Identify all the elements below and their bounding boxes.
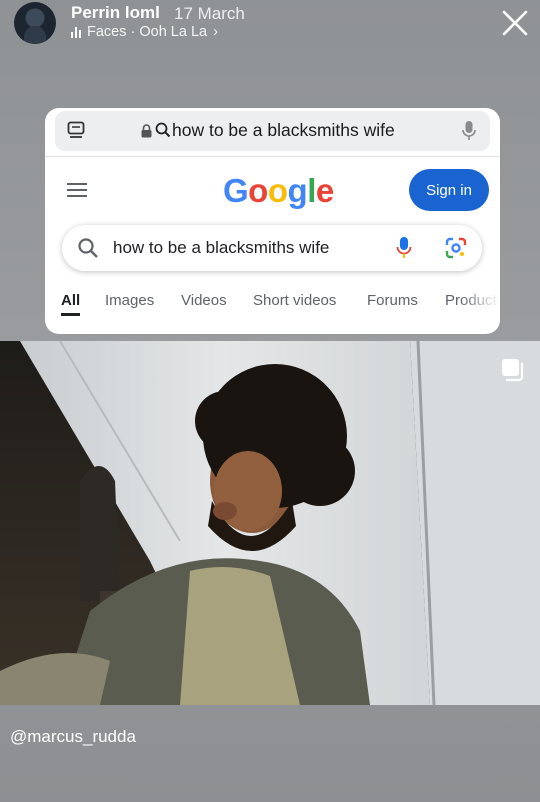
multi-photo-icon[interactable] bbox=[500, 357, 526, 383]
tab-short-videos[interactable]: Short videos bbox=[253, 292, 336, 309]
avatar[interactable] bbox=[14, 2, 56, 44]
photo-illustration bbox=[0, 341, 540, 705]
timestamp: 17 March bbox=[174, 4, 245, 23]
story-photo[interactable] bbox=[0, 341, 540, 705]
music-label: Faces · Ooh La La bbox=[87, 24, 208, 40]
tabs-icon[interactable] bbox=[67, 121, 85, 141]
username[interactable]: Perrin loml bbox=[71, 3, 160, 23]
tabs-fade bbox=[460, 290, 500, 320]
logo-letter: o bbox=[248, 172, 268, 209]
logo-letter: G bbox=[223, 172, 249, 209]
lock-icon bbox=[141, 124, 152, 138]
music-attribution[interactable]: Faces · Ooh La La › bbox=[71, 24, 218, 40]
story-header: Perrin loml 17 March Faces · Ooh La La › bbox=[0, 0, 540, 60]
google-screenshot-card: how to be a blacksmiths wife Google Sign… bbox=[45, 108, 500, 334]
tab-forums[interactable]: Forums bbox=[367, 292, 418, 309]
sign-in-button[interactable]: Sign in bbox=[409, 169, 489, 211]
url-text[interactable]: how to be a blacksmiths wife bbox=[172, 120, 395, 141]
chevron-right-icon: › bbox=[213, 24, 218, 40]
search-icon bbox=[155, 122, 171, 138]
logo-letter: o bbox=[267, 172, 288, 209]
tab-videos[interactable]: Videos bbox=[181, 292, 227, 309]
search-input[interactable]: how to be a blacksmiths wife bbox=[62, 225, 482, 271]
google-logo[interactable]: Google bbox=[223, 172, 334, 210]
mic-icon[interactable] bbox=[462, 120, 476, 142]
logo-letter: e bbox=[315, 172, 334, 209]
browser-url-bar[interactable]: how to be a blacksmiths wife bbox=[55, 111, 490, 151]
audio-bars-icon bbox=[71, 26, 81, 38]
active-tab-indicator bbox=[61, 313, 80, 316]
search-icon bbox=[78, 238, 98, 258]
hamburger-icon[interactable] bbox=[67, 182, 87, 198]
lens-icon[interactable] bbox=[445, 237, 467, 259]
close-icon[interactable] bbox=[500, 8, 530, 38]
logo-letter: l bbox=[307, 172, 316, 209]
tab-images[interactable]: Images bbox=[105, 292, 154, 309]
tab-all[interactable]: All bbox=[61, 292, 80, 309]
divider bbox=[45, 156, 500, 157]
mention-handle[interactable]: @marcus_rudda bbox=[10, 727, 136, 747]
logo-letter: g bbox=[287, 172, 308, 209]
search-tabs: All Images Videos Short videos Forums Pr… bbox=[45, 290, 500, 320]
search-query[interactable]: how to be a blacksmiths wife bbox=[113, 238, 329, 258]
voice-search-icon[interactable] bbox=[396, 236, 412, 260]
